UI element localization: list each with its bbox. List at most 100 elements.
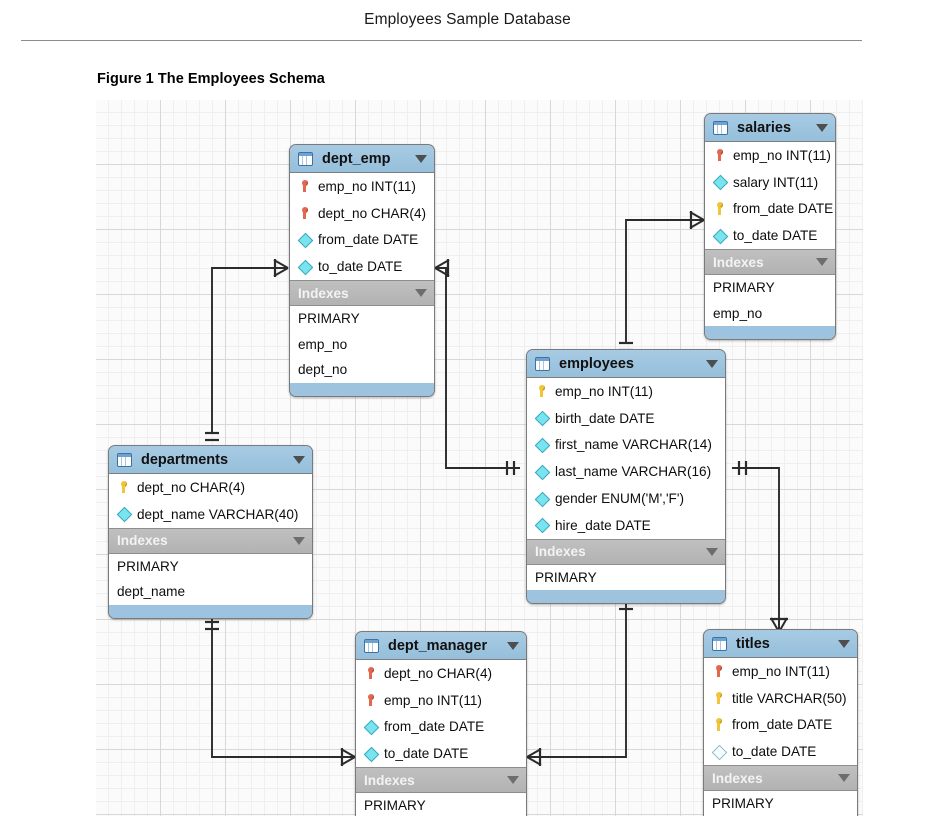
column-label: salary INT(11) [733,174,819,190]
column-list-dept_emp: emp_no INT(11) dept_no CHAR(4) from_date D… [290,173,434,282]
chevron-down-icon[interactable] [706,359,718,368]
index-row[interactable]: PRIMARY [290,306,434,332]
column-row[interactable]: hire_date DATE [527,512,725,539]
column-row[interactable]: from_date DATE [705,196,835,223]
table-header-salaries[interactable]: salaries [705,114,835,142]
indexes-header-dept_emp[interactable]: Indexes [290,281,434,307]
diamond-icon [298,233,311,247]
table-header-dept_manager[interactable]: dept_manager [356,632,526,660]
index-row[interactable]: PRIMARY [705,275,835,301]
column-row[interactable]: first_name VARCHAR(14) [527,432,725,459]
column-label: dept_no CHAR(4) [384,665,493,681]
chevron-down-icon[interactable] [507,776,519,785]
header-divider [21,40,862,41]
index-row[interactable]: PRIMARY [527,565,725,591]
table-name-label: dept_manager [388,637,488,654]
column-row[interactable]: emp_no INT(11) [704,658,857,685]
indexes-header-departments[interactable]: Indexes [109,528,312,554]
chevron-down-icon[interactable] [816,123,828,132]
table-footer [290,382,434,396]
indexes-label: Indexes [298,285,349,301]
column-row[interactable]: emp_no INT(11) [705,142,835,169]
column-row[interactable]: dept_no CHAR(4) [109,474,312,501]
er-table-dept_manager[interactable]: dept_manager dept_no CHAR(4) emp_no INT(11… [355,631,527,816]
er-diagram-canvas[interactable]: dept_emp emp_no INT(11) dept_no CHAR(4) fro… [96,100,863,816]
column-row[interactable]: dept_no CHAR(4) [290,200,434,227]
indexes-header-dept_manager[interactable]: Indexes [356,768,526,794]
column-row[interactable]: dept_name VARCHAR(40) [109,501,312,528]
indexes-header-salaries[interactable]: Indexes [705,250,835,276]
column-label: dept_name VARCHAR(40) [137,506,299,522]
column-row[interactable]: last_name VARCHAR(16) [527,458,725,485]
column-row[interactable]: from_date DATE [704,712,857,739]
column-row[interactable]: emp_no INT(11) [527,378,725,405]
chevron-down-icon[interactable] [293,455,305,464]
table-footer [527,590,725,604]
column-row[interactable]: dept_no CHAR(4) [356,660,526,687]
index-row[interactable]: PRIMARY [356,793,526,816]
column-label: dept_no CHAR(4) [137,479,246,495]
indexes-header-employees[interactable]: Indexes [527,539,725,565]
chevron-down-icon[interactable] [415,154,427,163]
chevron-down-icon[interactable] [507,641,519,650]
chevron-down-icon[interactable] [415,289,427,298]
column-label: emp_no INT(11) [732,663,830,679]
index-row[interactable]: emp_no [290,332,434,358]
column-label: dept_no CHAR(4) [318,205,427,221]
index-row[interactable]: dept_no [290,357,434,383]
table-header-departments[interactable]: departments [109,446,312,474]
column-row[interactable]: to_date DATE [290,253,434,280]
diamond-icon [298,260,311,274]
indexes-header-titles[interactable]: Indexes [704,766,857,792]
index-row[interactable]: PRIMARY [704,791,857,816]
indexes-label: Indexes [712,770,763,786]
document-header: Employees Sample Database [0,0,935,42]
column-row[interactable]: emp_no INT(11) [290,173,434,200]
indexes-label: Indexes [364,772,415,788]
table-icon [364,638,379,653]
column-row[interactable]: birth_date DATE [527,405,725,432]
column-row[interactable]: from_date DATE [290,227,434,254]
column-list-employees: emp_no INT(11) birth_date DATE first_name … [527,378,725,540]
er-table-salaries[interactable]: salaries emp_no INT(11) salary INT(11) from… [704,113,836,341]
column-row[interactable]: title VARCHAR(50) [704,685,857,712]
fk-key-icon [298,206,311,220]
chevron-down-icon[interactable] [816,258,828,267]
column-row[interactable]: to_date DATE [705,222,835,249]
chevron-down-icon[interactable] [706,547,718,556]
er-table-titles[interactable]: titles emp_no INT(11) title VARCHAR(50) fro… [703,629,858,816]
column-row[interactable]: gender ENUM('M','F') [527,485,725,512]
chevron-down-icon[interactable] [838,774,850,783]
column-list-titles: emp_no INT(11) title VARCHAR(50) from_date… [704,658,857,767]
chevron-down-icon[interactable] [293,536,305,545]
er-table-employees[interactable]: employees emp_no INT(11) birth_date DATE fi… [526,349,726,605]
er-table-dept_emp[interactable]: dept_emp emp_no INT(11) dept_no CHAR(4) fro… [289,144,435,397]
table-header-titles[interactable]: titles [704,630,857,658]
column-label: last_name VARCHAR(16) [555,464,712,480]
pk-key-icon [712,718,725,732]
column-row[interactable]: from_date DATE [356,714,526,741]
column-label: emp_no INT(11) [318,178,416,194]
diamond-icon [364,720,377,734]
fk-key-icon [298,179,311,193]
column-row[interactable]: salary INT(11) [705,169,835,196]
index-list-titles: PRIMARY [704,791,857,816]
column-row[interactable]: to_date DATE [704,738,857,765]
column-label: emp_no INT(11) [733,147,831,163]
column-label: gender ENUM('M','F') [555,491,684,507]
figure-caption: Figure 1 The Employees Schema [97,71,325,87]
column-row[interactable]: emp_no INT(11) [356,687,526,714]
fk-key-icon [364,666,377,680]
diamond-icon [535,518,548,532]
chevron-down-icon[interactable] [838,639,850,648]
index-row[interactable]: PRIMARY [109,554,312,580]
table-header-employees[interactable]: employees [527,350,725,378]
column-label: from_date DATE [384,719,485,735]
table-header-dept_emp[interactable]: dept_emp [290,145,434,173]
er-table-departments[interactable]: departments dept_no CHAR(4) dept_name VARC… [108,445,313,619]
index-row[interactable]: emp_no [705,301,835,327]
column-row[interactable]: to_date DATE [356,740,526,767]
table-name-label: dept_emp [322,150,391,167]
table-name-label: employees [559,355,634,372]
index-row[interactable]: dept_name [109,579,312,605]
